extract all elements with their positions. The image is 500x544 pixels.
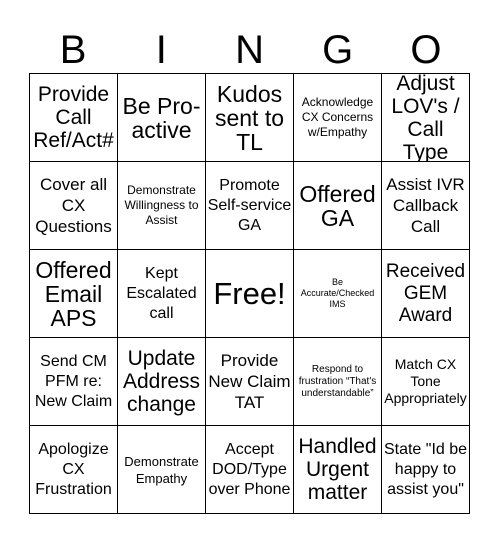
bingo-cell[interactable]: Kept Escalated call xyxy=(118,250,206,338)
bingo-cell[interactable]: Handled Urgent matter xyxy=(294,426,382,514)
bingo-board: Provide Call Ref/Act# Be Pro-active Kudo… xyxy=(29,73,470,514)
cell-text: Respond to frustration “That's understan… xyxy=(298,363,377,399)
free-space-text: Free! xyxy=(213,276,286,311)
bingo-cell[interactable]: Apologize CX Frustration xyxy=(30,426,118,514)
bingo-cell[interactable]: Update Address change xyxy=(118,338,206,426)
cell-text: Apologize CX Frustration xyxy=(35,440,112,498)
bingo-cell[interactable]: Cover all CX Questions xyxy=(30,162,118,250)
header-letter-o: O xyxy=(410,28,442,72)
bingo-cell[interactable]: Be Accurate/Checked IMS xyxy=(294,250,382,338)
cell-text: Be Accurate/Checked IMS xyxy=(300,277,375,309)
bingo-cell[interactable]: Be Pro-active xyxy=(118,74,206,162)
cell-text: Assist IVR Callback Call xyxy=(386,175,465,236)
bingo-cell[interactable]: State "Id be happy to assist you" xyxy=(382,426,470,514)
header-letter-g: G xyxy=(322,28,354,72)
cell-text: Handled Urgent matter xyxy=(298,435,377,504)
cell-text: Kudos sent to TL xyxy=(214,80,285,155)
cell-text: Promote Self-service GA xyxy=(207,176,292,234)
free-space[interactable]: Free! xyxy=(206,250,294,338)
bingo-cell[interactable]: Assist IVR Callback Call xyxy=(382,162,470,250)
bingo-cell[interactable]: Match CX Tone Appropriately xyxy=(382,338,470,426)
bingo-cell[interactable]: Kudos sent to TL xyxy=(206,74,294,162)
bingo-cell[interactable]: Offered Email APS xyxy=(30,250,118,338)
cell-text: Received GEM Award xyxy=(385,260,466,326)
bingo-cell[interactable]: Received GEM Award xyxy=(382,250,470,338)
bingo-cell[interactable]: Demonstrate Empathy xyxy=(118,426,206,514)
cell-text: Offered GA xyxy=(299,180,376,231)
header-letter-b: B xyxy=(59,28,87,72)
cell-text: Provide New Claim TAT xyxy=(208,351,291,412)
header-letter-n: N xyxy=(235,28,264,72)
bingo-header: B I N G O xyxy=(29,28,470,73)
cell-text: Acknowledge CX Concerns w/Empathy xyxy=(301,95,374,139)
cell-text: Accept DOD/Type over Phone xyxy=(208,440,291,498)
bingo-cell[interactable]: Adjust LOV's / Call Type xyxy=(382,74,470,162)
bingo-cell[interactable]: Accept DOD/Type over Phone xyxy=(206,426,294,514)
cell-text: Offered Email APS xyxy=(35,256,112,331)
cell-text: Demonstrate Willingness to Assist xyxy=(124,183,199,227)
cell-text: Be Pro-active xyxy=(122,92,201,143)
cell-text: Send CM PFM re: New Claim xyxy=(34,352,113,410)
cell-text: Update Address change xyxy=(122,347,201,416)
bingo-cell[interactable]: Send CM PFM re: New Claim xyxy=(30,338,118,426)
header-letter-i: I xyxy=(155,28,167,72)
bingo-cell[interactable]: Demonstrate Willingness to Assist xyxy=(118,162,206,250)
bingo-cell[interactable]: Provide Call Ref/Act# xyxy=(30,74,118,162)
cell-text: State "Id be happy to assist you" xyxy=(383,440,468,498)
cell-text: Provide Call Ref/Act# xyxy=(33,83,114,152)
cell-text: Adjust LOV's / Call Type xyxy=(391,74,460,162)
bingo-cell[interactable]: Respond to frustration “That's understan… xyxy=(294,338,382,426)
bingo-cell[interactable]: Promote Self-service GA xyxy=(206,162,294,250)
cell-text: Match CX Tone Appropriately xyxy=(384,356,467,406)
bingo-cell[interactable]: Provide New Claim TAT xyxy=(206,338,294,426)
cell-text: Cover all CX Questions xyxy=(35,175,112,236)
cell-text: Demonstrate Empathy xyxy=(124,453,199,486)
cell-text: Kept Escalated call xyxy=(126,264,197,322)
bingo-cell[interactable]: Acknowledge CX Concerns w/Empathy xyxy=(294,74,382,162)
bingo-cell[interactable]: Offered GA xyxy=(294,162,382,250)
